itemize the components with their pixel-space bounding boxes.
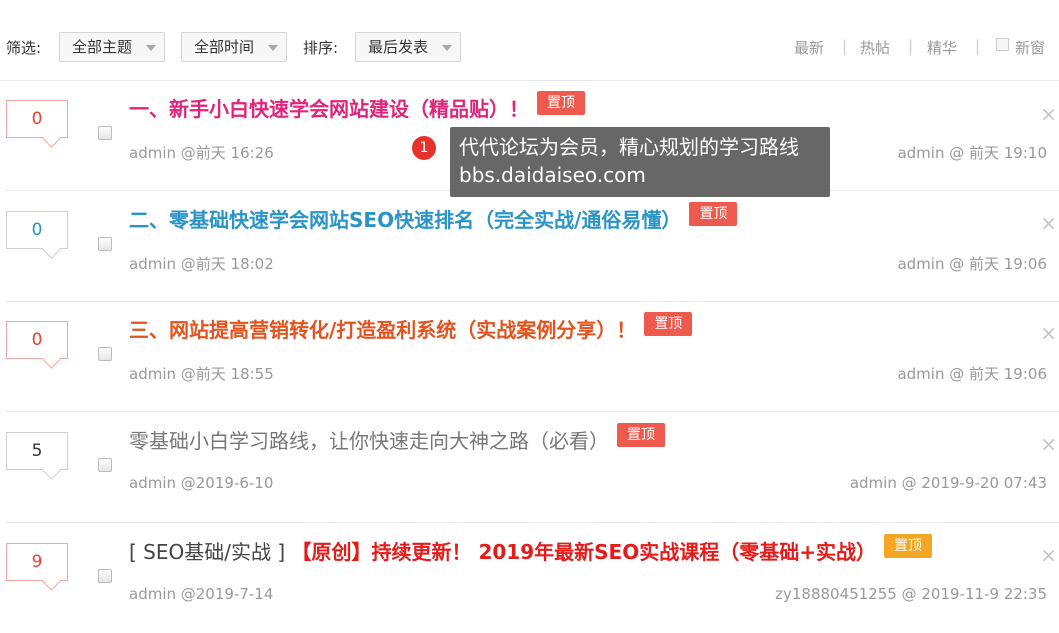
chevron-down-icon [268,45,278,51]
thread-title-link[interactable]: 一、新手小白快速学会网站建设（精品贴）！ [129,97,529,121]
reply-count[interactable]: 0 [6,211,68,259]
thread-last-post[interactable]: zy18880451255 @ 2019-11-9 22:35 [775,585,1047,603]
sticky-badge: 置顶 [883,534,932,558]
new-window-label[interactable]: 新窗 [1015,37,1045,58]
thread-last-post[interactable]: admin @ 前天 19:06 [897,253,1047,274]
order-digest-link[interactable]: 精华 [927,37,957,58]
sticky-badge: 置顶 [644,312,693,336]
reply-count[interactable]: 0 [6,321,68,369]
thread-author-date[interactable]: admin @前天 18:55 [129,363,274,384]
speech-tail-icon [42,129,61,148]
thread-last-post[interactable]: admin @ 前天 19:10 [897,142,1047,163]
reply-count[interactable]: 9 [6,543,68,591]
order-hot-link[interactable]: 热帖 [860,37,890,58]
order-separator: | [842,37,848,55]
thread-row: 0 三、网站提高营销转化/打造盈利系统（实战案例分享）！ 置顶 admin @前天… [6,301,1059,412]
thread-last-post[interactable]: admin @ 前天 19:06 [897,363,1047,384]
thread-title-line: 零基础小白学习路线，让你快速走向大神之路（必看） 置顶 [129,423,665,456]
sort-label: 排序: [303,39,339,57]
reply-count-value: 0 [31,220,43,240]
tooltip-line-2: bbs.daidaiseo.com [459,163,646,187]
chevron-down-icon [442,45,452,51]
reply-count[interactable]: 0 [6,100,68,148]
close-icon[interactable]: × [1040,102,1057,126]
order-separator: | [908,37,914,55]
reply-count[interactable]: 5 [6,432,68,480]
reply-count-value: 0 [31,330,43,350]
thread-row: 5 零基础小白学习路线，让你快速走向大神之路（必看） 置顶 admin @2019… [6,412,1059,523]
reply-count-value: 5 [31,441,43,461]
thread-title-link[interactable]: 零基础小白学习路线，让你快速走向大神之路（必看） [129,429,609,453]
close-icon[interactable]: × [1040,543,1057,567]
time-select[interactable]: 全部时间 [181,32,287,62]
topic-select[interactable]: 全部主题 [59,32,165,62]
thread-select-checkbox[interactable] [98,569,112,583]
sort-select-value: 最后发表 [368,38,429,56]
thread-category-link[interactable]: [ SEO基础/实战 ] [129,540,285,564]
thread-select-checkbox[interactable] [98,458,112,472]
thread-select-checkbox[interactable] [98,237,112,251]
thread-author-date[interactable]: admin @2019-7-14 [129,585,273,603]
speech-tail-icon [42,240,61,259]
thread-title-line: 三、网站提高营销转化/打造盈利系统（实战案例分享）！ 置顶 [129,312,693,345]
thread-title-link[interactable]: 三、网站提高营销转化/打造盈利系统（实战案例分享）！ [129,318,636,342]
thread-title-line: 一、新手小白快速学会网站建设（精品贴）！ 置顶 [129,91,585,124]
time-select-value: 全部时间 [194,38,255,56]
reply-count-value: 0 [31,109,43,129]
sticky-badge: 置顶 [689,202,738,226]
thread-select-checkbox[interactable] [98,347,112,361]
chevron-down-icon [146,45,156,51]
order-latest-link[interactable]: 最新 [794,37,824,58]
speech-tail-icon [42,350,61,369]
sort-select[interactable]: 最后发表 [355,32,461,62]
close-icon[interactable]: × [1040,321,1057,345]
thread-title-line: 二、零基础快速学会网站SEO快速排名（完全实战/通俗易懂） 置顶 [129,202,738,235]
sticky-badge: 置顶 [617,423,665,447]
filter-label: 筛选: [6,39,42,57]
learning-path-tooltip: 代代论坛为会员，精心规划的学习路线 bbs.daidaiseo.com [450,127,830,197]
reply-count-value: 9 [31,552,43,572]
thread-select-checkbox[interactable] [98,126,112,140]
thread-row: 0 二、零基础快速学会网站SEO快速排名（完全实战/通俗易懂） 置顶 admin … [6,191,1059,302]
speech-tail-icon [42,572,61,591]
thread-last-post[interactable]: admin @ 2019-9-20 07:43 [850,474,1047,492]
filter-bar: 筛选: 全部主题 全部时间 排序: 最后发表 最新 | 热帖 | 精华 | 新窗 [0,0,1059,81]
close-icon[interactable]: × [1040,211,1057,235]
topic-select-value: 全部主题 [72,38,133,56]
close-icon[interactable]: × [1040,432,1057,456]
thread-author-date[interactable]: admin @前天 18:02 [129,253,274,274]
new-window-checkbox[interactable] [996,38,1009,51]
tooltip-line-1: 代代论坛为会员，精心规划的学习路线 [459,135,799,159]
thread-title-link[interactable]: 【原创】持续更新！ 2019年最新SEO实战课程（零基础+实战） [292,540,876,564]
order-separator: | [975,37,981,55]
thread-author-date[interactable]: admin @前天 16:26 [129,142,274,163]
sticky-badge: 置顶 [537,91,585,115]
thread-author-date[interactable]: admin @2019-6-10 [129,474,273,492]
tooltip-number-badge: 1 [412,136,436,160]
thread-row: 9 [ SEO基础/实战 ] 【原创】持续更新！ 2019年最新SEO实战课程（… [6,523,1059,633]
thread-title-line: [ SEO基础/实战 ] 【原创】持续更新！ 2019年最新SEO实战课程（零基… [129,534,932,567]
thread-title-link[interactable]: 二、零基础快速学会网站SEO快速排名（完全实战/通俗易懂） [129,208,681,232]
speech-tail-icon [42,461,61,480]
